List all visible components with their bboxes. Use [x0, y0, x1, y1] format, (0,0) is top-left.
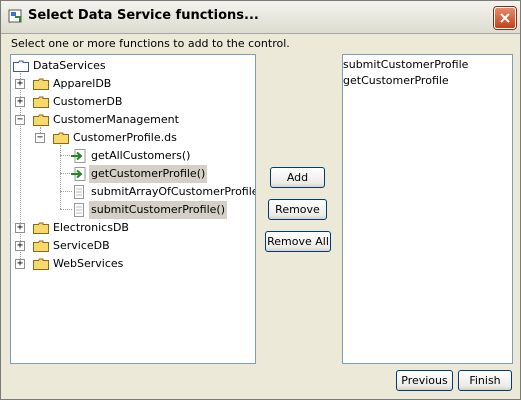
tree-node-label: getCustomerProfile() — [89, 165, 208, 183]
tree-guide — [60, 191, 72, 192]
expand-toggle[interactable]: + — [15, 96, 25, 107]
document-icon — [74, 203, 84, 217]
tree-node-label: CustomerManagement — [53, 113, 179, 126]
tree-node-label: WebServices — [53, 257, 124, 270]
tree-node-label: DataServices — [33, 59, 106, 72]
expand-toggle[interactable]: + — [15, 240, 25, 251]
close-icon — [500, 13, 510, 23]
tree-node-label: CustomerProfile.ds — [73, 131, 177, 144]
folder-open-icon — [13, 60, 29, 72]
folder-icon — [33, 258, 49, 270]
tree-node-label: ServiceDB — [53, 239, 110, 252]
expand-toggle[interactable]: + — [15, 222, 25, 233]
title-bar[interactable]: Select Data Service functions... — [1, 1, 520, 34]
tree-node-label: submitArrayOfCustomerProfile() — [91, 185, 256, 198]
folder-icon — [33, 222, 49, 234]
dialog-window: Select Data Service functions... Select … — [0, 0, 521, 400]
previous-button[interactable]: Previous — [396, 370, 453, 391]
tree-node-label: submitCustomerProfile() — [89, 201, 227, 219]
folder-icon — [33, 114, 49, 126]
finish-button[interactable]: Finish — [458, 370, 512, 391]
list-item[interactable]: getCustomerProfile — [343, 73, 449, 89]
app-icon — [8, 9, 23, 24]
tree-node-label: CustomerDB — [53, 95, 123, 108]
selected-functions-list[interactable]: submitCustomerProfile getCustomerProfile — [342, 54, 513, 364]
tree-node-label: getAllCustomers() — [91, 149, 191, 162]
add-button[interactable]: Add — [270, 167, 325, 188]
expand-toggle[interactable]: + — [15, 258, 25, 269]
close-button[interactable] — [494, 7, 516, 29]
folder-icon — [53, 132, 69, 144]
function-tree[interactable]: DataServices + ApparelDB + CustomerDB − … — [10, 54, 256, 364]
tree-guide — [60, 209, 72, 210]
remove-all-button[interactable]: Remove All — [265, 231, 331, 252]
tree-node-label: ApparelDB — [53, 77, 112, 90]
tree-node-label: ElectronicsDB — [53, 221, 129, 234]
folder-icon — [33, 96, 49, 108]
list-item[interactable]: submitCustomerProfile — [343, 57, 468, 73]
document-icon — [74, 185, 84, 199]
folder-icon — [33, 240, 49, 252]
expand-toggle[interactable]: + — [15, 78, 25, 89]
remove-button[interactable]: Remove — [268, 199, 327, 220]
window-title: Select Data Service functions... — [28, 8, 259, 23]
instruction-text: Select one or more functions to add to t… — [11, 37, 290, 50]
folder-icon — [33, 78, 49, 90]
read-function-icon — [71, 149, 86, 163]
collapse-toggle[interactable]: − — [35, 132, 45, 143]
read-function-icon — [71, 167, 86, 181]
collapse-toggle[interactable]: − — [15, 114, 25, 125]
